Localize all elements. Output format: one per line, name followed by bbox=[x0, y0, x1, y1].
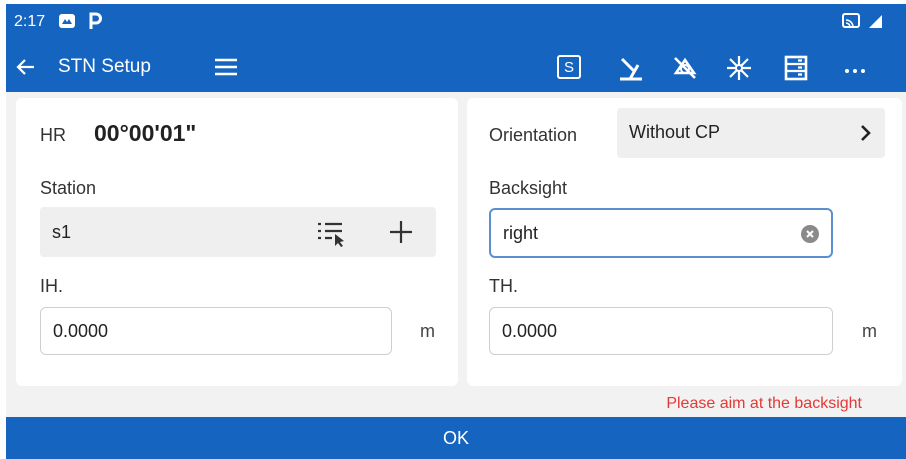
backsight-input[interactable]: right bbox=[489, 208, 833, 258]
cast-icon bbox=[840, 11, 862, 31]
backsight-label: Backsight bbox=[489, 178, 568, 198]
backsight-value: right bbox=[503, 223, 539, 243]
hr-value: 00°00'01" bbox=[94, 120, 197, 146]
th-unit: m bbox=[862, 321, 877, 341]
station-field[interactable]: s1 bbox=[40, 207, 436, 257]
ih-value: 0.0000 bbox=[53, 321, 109, 341]
add-icon[interactable] bbox=[388, 219, 414, 250]
hr-label: HR bbox=[40, 125, 66, 145]
station-value: s1 bbox=[52, 222, 72, 242]
photos-icon bbox=[56, 11, 78, 31]
signal-icon bbox=[864, 11, 886, 31]
select-list-icon[interactable] bbox=[316, 219, 346, 252]
chevron-right-icon bbox=[859, 123, 873, 143]
status-time: 2:17 bbox=[14, 13, 46, 30]
no-prism-icon[interactable] bbox=[670, 53, 700, 83]
station-panel: HR 00°00'01" Station s1 IH. 0.0000 m bbox=[16, 98, 458, 386]
page-title: STN Setup bbox=[58, 56, 151, 77]
ok-button-label: OK bbox=[442, 427, 469, 448]
hamburger-menu-icon[interactable] bbox=[213, 55, 239, 79]
ih-label: IH. bbox=[40, 276, 64, 296]
th-input[interactable]: 0.0000 bbox=[489, 307, 833, 355]
warning-message: Please aim at the backsight bbox=[666, 395, 862, 412]
th-value: 0.0000 bbox=[502, 321, 558, 341]
more-icon[interactable] bbox=[840, 53, 870, 83]
th-label: TH. bbox=[489, 276, 518, 296]
status-bar: 2:17 bbox=[6, 4, 906, 42]
orientation-selector[interactable]: Without CP bbox=[617, 108, 885, 158]
app-window: 2:17 STN Setup S HR 00°00'01" Station s1… bbox=[6, 4, 906, 459]
station-label: Station bbox=[40, 178, 97, 198]
ok-button[interactable]: OK bbox=[6, 417, 906, 459]
orientation-label: Orientation bbox=[489, 125, 578, 145]
orientation-panel: Orientation Without CP Backsight right T… bbox=[467, 98, 902, 386]
orientation-value: Without CP bbox=[629, 122, 721, 142]
sparkle-icon[interactable] bbox=[724, 53, 754, 83]
laser-icon[interactable] bbox=[616, 53, 646, 83]
app-toolbar: STN Setup S bbox=[6, 42, 906, 92]
clear-icon[interactable] bbox=[801, 225, 819, 243]
ih-input[interactable]: 0.0000 bbox=[40, 307, 392, 355]
arrow-left-icon[interactable] bbox=[14, 55, 38, 79]
list-icon[interactable] bbox=[781, 53, 811, 83]
ih-unit: m bbox=[420, 321, 435, 341]
s-mode-button[interactable]: S bbox=[557, 55, 581, 79]
parking-icon bbox=[84, 11, 106, 31]
